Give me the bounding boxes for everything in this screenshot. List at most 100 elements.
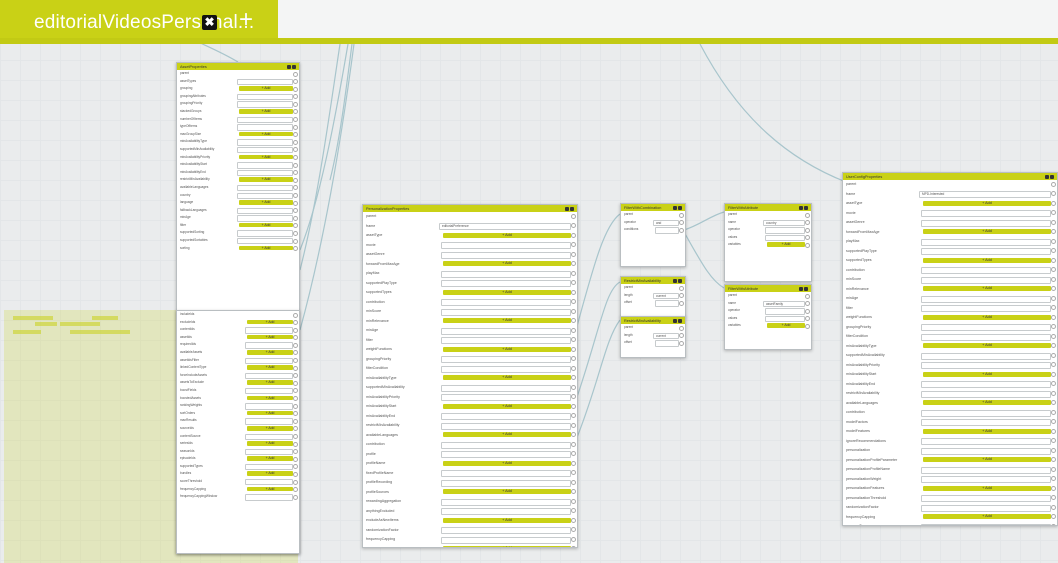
connector-port[interactable]: [1051, 466, 1056, 472]
connector-port[interactable]: [293, 350, 298, 356]
connector-port[interactable]: [293, 396, 298, 402]
connector-port[interactable]: [1051, 248, 1056, 253]
add-button[interactable]: + Add: [443, 489, 571, 495]
connector-port[interactable]: [293, 223, 298, 229]
more-icon[interactable]: [804, 286, 808, 291]
add-button[interactable]: + Add: [239, 222, 293, 228]
add-button[interactable]: + Add: [247, 456, 293, 461]
connector-port[interactable]: [679, 227, 684, 233]
property-input[interactable]: [441, 327, 571, 335]
add-button[interactable]: + Add: [767, 242, 805, 247]
connector-port[interactable]: [1051, 314, 1056, 320]
trash-icon[interactable]: [673, 318, 677, 323]
connector-port[interactable]: [571, 394, 576, 399]
connector-port[interactable]: [1051, 295, 1056, 301]
property-value-field[interactable]: country: [763, 219, 805, 226]
close-icon[interactable]: ✖: [202, 15, 217, 30]
add-button[interactable]: + Add: [247, 380, 293, 385]
connector-port[interactable]: [293, 418, 298, 424]
connector-port[interactable]: [1051, 523, 1056, 525]
add-button[interactable]: + Add: [923, 400, 1051, 406]
connector-port[interactable]: [1051, 181, 1056, 187]
property-input[interactable]: [441, 498, 571, 506]
connector-port[interactable]: [1051, 504, 1056, 510]
add-button[interactable]: + Add: [923, 514, 1051, 520]
node-filter-combination[interactable]: FilterWithCombination parent operator and co…: [620, 203, 686, 267]
property-input[interactable]: [921, 210, 1051, 217]
property-input[interactable]: [441, 527, 571, 534]
connector-port[interactable]: [293, 246, 298, 252]
connector-port[interactable]: [293, 86, 298, 92]
connector-port[interactable]: [571, 375, 576, 380]
connector-port[interactable]: [1051, 286, 1056, 291]
add-button[interactable]: + Add: [239, 245, 293, 251]
property-input[interactable]: [921, 495, 1051, 502]
node-header[interactable]: PersonalizationProperties: [363, 205, 577, 212]
connector-port[interactable]: [1051, 200, 1056, 206]
add-button[interactable]: + Add: [239, 200, 293, 205]
connector-port[interactable]: [1051, 333, 1056, 339]
property-input[interactable]: [245, 342, 293, 349]
property-input[interactable]: [237, 162, 293, 169]
connector-port[interactable]: [679, 285, 684, 291]
property-input[interactable]: [921, 476, 1051, 483]
property-input[interactable]: [441, 337, 571, 344]
add-button[interactable]: + Add: [247, 441, 293, 446]
add-button[interactable]: + Add: [767, 323, 805, 328]
connector-port[interactable]: [571, 546, 576, 547]
connector-port[interactable]: [293, 403, 298, 409]
property-input[interactable]: [441, 470, 571, 477]
add-button[interactable]: + Add: [443, 346, 571, 352]
connector-port[interactable]: [1051, 457, 1056, 462]
connector-port[interactable]: [805, 227, 810, 233]
node-header[interactable]: UserConfigProperties: [843, 173, 1057, 180]
connector-port[interactable]: [571, 232, 576, 238]
connector-port[interactable]: [571, 498, 576, 504]
connector-port[interactable]: [1051, 438, 1056, 443]
property-input[interactable]: [441, 299, 571, 306]
connector-port[interactable]: [1051, 267, 1056, 272]
add-button[interactable]: + Add: [443, 460, 571, 466]
connector-port[interactable]: [805, 235, 810, 241]
connector-port[interactable]: [571, 337, 576, 342]
property-input[interactable]: [921, 305, 1051, 312]
connector-port[interactable]: [293, 327, 298, 333]
property-input[interactable]: [921, 352, 1051, 360]
connector-port[interactable]: [1051, 447, 1056, 453]
connector-port[interactable]: [293, 380, 298, 386]
connector-port[interactable]: [1051, 476, 1056, 481]
property-input[interactable]: [921, 447, 1051, 455]
connector-port[interactable]: [571, 451, 576, 456]
node-header[interactable]: AssetProperties: [177, 63, 299, 70]
connector-port[interactable]: [679, 220, 684, 226]
connector-port[interactable]: [571, 280, 576, 285]
connector-port[interactable]: [293, 358, 298, 364]
connector-port[interactable]: [1051, 229, 1056, 234]
add-button[interactable]: + Add: [239, 108, 293, 114]
connector-port[interactable]: [1051, 390, 1056, 396]
property-input[interactable]: [655, 340, 679, 347]
property-input[interactable]: [921, 504, 1051, 512]
connector-port[interactable]: [293, 388, 298, 394]
connector-port[interactable]: [571, 508, 576, 513]
property-input[interactable]: [765, 234, 805, 242]
connector-port[interactable]: [571, 242, 576, 247]
property-input[interactable]: [245, 403, 293, 410]
property-input[interactable]: [921, 438, 1051, 445]
connector-port[interactable]: [805, 301, 810, 307]
connector-port[interactable]: [1051, 495, 1056, 500]
property-input[interactable]: [921, 523, 1051, 525]
connector-port[interactable]: [805, 220, 810, 226]
node-filter-attribute-2[interactable]: FilterWithAttribute parent name assetFamily…: [724, 284, 812, 350]
property-input[interactable]: [245, 479, 293, 486]
connector-port[interactable]: [571, 289, 576, 295]
connector-port[interactable]: [293, 487, 298, 493]
connector-port[interactable]: [293, 434, 298, 439]
property-input[interactable]: [765, 315, 805, 323]
property-input[interactable]: [245, 327, 293, 334]
connector-port[interactable]: [571, 403, 576, 409]
connector-port[interactable]: [1051, 324, 1056, 329]
connector-port[interactable]: [293, 193, 298, 198]
property-input[interactable]: [245, 433, 293, 440]
more-icon[interactable]: [570, 206, 574, 211]
